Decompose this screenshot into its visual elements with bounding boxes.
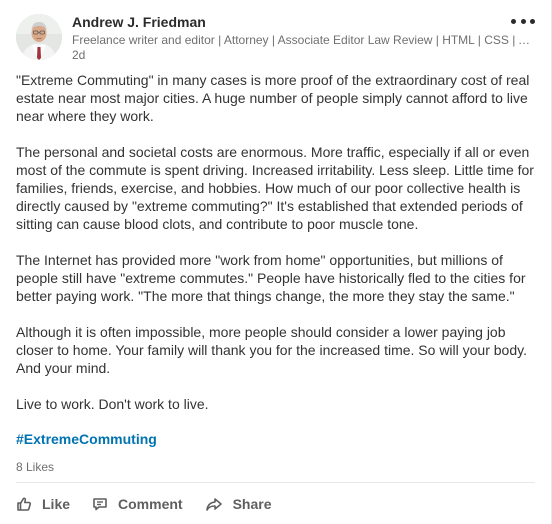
post-paragraph: Live to work. Don't work to live. bbox=[16, 396, 209, 412]
post-paragraph: "Extreme Commuting" in many cases is mor… bbox=[16, 72, 530, 124]
profile-photo-icon bbox=[16, 14, 62, 60]
comment-label: Comment bbox=[118, 496, 183, 512]
post-timestamp: 2d bbox=[72, 48, 86, 62]
comment-button[interactable]: Comment bbox=[92, 490, 183, 518]
post-paragraph: The Internet has provided more "work fro… bbox=[16, 252, 526, 304]
post-header: Andrew J. Friedman Freelance writer and … bbox=[16, 14, 535, 62]
author-name[interactable]: Andrew J. Friedman bbox=[72, 14, 206, 30]
like-button[interactable]: Like bbox=[16, 490, 70, 518]
likes-count[interactable]: 8 Likes bbox=[16, 460, 54, 474]
ellipsis-icon bbox=[511, 18, 516, 24]
share-label: Share bbox=[232, 496, 272, 512]
author-avatar[interactable] bbox=[16, 14, 62, 60]
ellipsis-icon-dot bbox=[530, 18, 535, 24]
post-paragraph: The personal and societal costs are enor… bbox=[16, 144, 534, 232]
hashtag-link[interactable]: #ExtremeCommuting bbox=[16, 431, 157, 447]
ellipsis-icon-dot bbox=[520, 18, 526, 24]
author-headline: Freelance writer and editor | Attorney |… bbox=[72, 33, 534, 47]
feed-post-card: Andrew J. Friedman Freelance writer and … bbox=[0, 0, 552, 524]
post-text: "Extreme Commuting" in many cases is mor… bbox=[16, 71, 538, 431]
like-label: Like bbox=[42, 496, 71, 512]
divider bbox=[16, 482, 535, 483]
post-paragraph: Although it is often impossible, more pe… bbox=[16, 324, 527, 376]
more-options-button[interactable] bbox=[511, 14, 535, 28]
thumbs-up-icon bbox=[17, 497, 32, 511]
share-icon bbox=[205, 498, 222, 511]
comment-icon bbox=[93, 498, 107, 511]
share-button[interactable]: Share bbox=[205, 490, 272, 518]
social-actions-bar: Like Comment Share bbox=[16, 490, 294, 518]
